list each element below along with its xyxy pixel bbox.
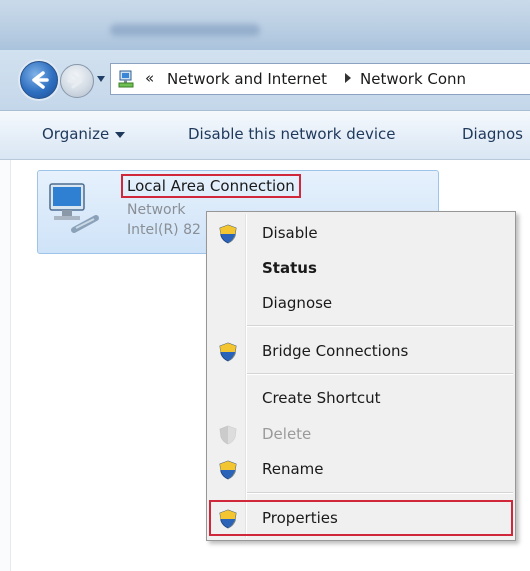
menu-item-bridge-connections[interactable]: Bridge Connections	[207, 336, 515, 368]
history-dropdown-icon[interactable]	[96, 72, 106, 86]
menu-separator	[247, 373, 513, 375]
menu-item-label: Diagnose	[262, 294, 333, 312]
menu-item-label: Rename	[262, 460, 324, 478]
organize-label: Organize	[42, 125, 110, 143]
menu-item-label: Status	[262, 259, 317, 277]
menu-item-status[interactable]: Status	[207, 253, 515, 285]
address-bar[interactable]: « Network and Internet Network Conn	[110, 63, 530, 95]
uac-shield-icon	[219, 342, 237, 362]
uac-shield-icon	[219, 224, 237, 244]
menu-item-diagnose[interactable]: Diagnose	[207, 288, 515, 320]
menu-item-rename[interactable]: Rename	[207, 454, 515, 486]
menu-item-label: Properties	[262, 509, 338, 527]
network-folder-icon	[118, 70, 134, 88]
blurred-window-title	[110, 24, 260, 36]
window-title-bar	[0, 0, 530, 50]
command-bar: Organize Disable this network device Dia…	[0, 111, 530, 160]
menu-item-create-shortcut[interactable]: Create Shortcut	[207, 383, 515, 415]
context-menu: Disable Status Diagnose Bridge Connectio…	[206, 211, 516, 541]
forward-arrow-icon	[67, 73, 83, 89]
menu-item-disable[interactable]: Disable	[207, 218, 515, 250]
breadcrumb-separator-arrow-icon[interactable]	[345, 73, 351, 83]
menu-separator	[247, 492, 513, 494]
menu-item-label: Bridge Connections	[262, 342, 409, 360]
uac-shield-icon	[219, 425, 237, 445]
back-button[interactable]	[20, 61, 58, 99]
disable-device-button[interactable]: Disable this network device	[188, 125, 396, 143]
connection-adapter-text: Intel(R) 82	[127, 222, 201, 238]
breadcrumb-network-and-internet[interactable]: Network and Internet	[167, 70, 327, 88]
organize-menu-button[interactable]: Organize	[42, 125, 126, 143]
navigation-pane-edge	[0, 160, 11, 571]
menu-item-delete[interactable]: Delete	[207, 419, 515, 451]
uac-shield-icon	[219, 460, 237, 480]
diagnose-button[interactable]: Diagnos	[462, 125, 523, 143]
menu-item-label: Disable	[262, 224, 318, 242]
forward-button[interactable]	[60, 64, 94, 98]
menu-item-properties[interactable]: Properties	[207, 503, 515, 535]
breadcrumb-overflow-chevron[interactable]: «	[145, 69, 154, 87]
chevron-down-icon	[115, 131, 126, 138]
back-arrow-icon	[32, 71, 49, 89]
connection-name-label: Local Area Connection	[121, 174, 301, 198]
network-adapter-icon	[49, 183, 99, 233]
breadcrumb-network-connections[interactable]: Network Conn	[360, 70, 466, 88]
menu-item-label: Delete	[262, 425, 312, 443]
uac-shield-icon	[219, 509, 237, 529]
menu-separator	[247, 325, 513, 327]
menu-item-label: Create Shortcut	[262, 389, 381, 407]
connection-status-text: Network	[127, 202, 186, 218]
